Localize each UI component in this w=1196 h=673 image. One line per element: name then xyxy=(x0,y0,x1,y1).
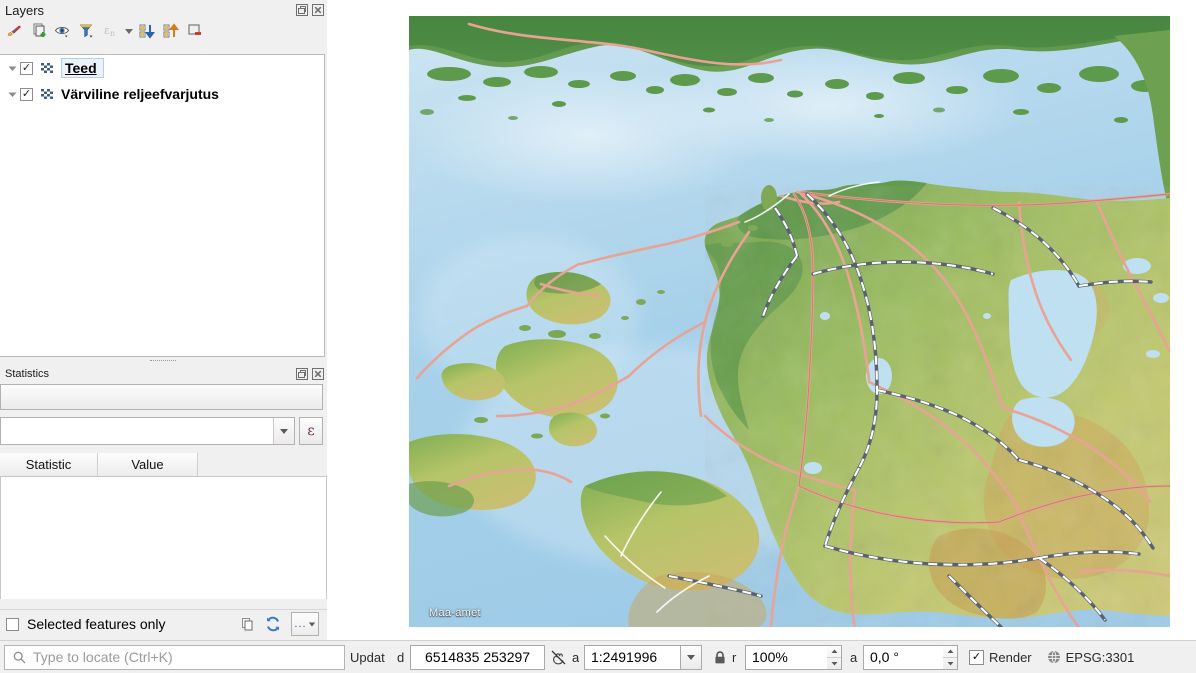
layers-panel-title: Layers xyxy=(5,2,45,18)
scale-label: a xyxy=(572,649,579,665)
spinner-up-icon xyxy=(943,646,957,658)
locator-search-input[interactable]: Type to locate (Ctrl+K) xyxy=(4,644,345,670)
rotation-field[interactable]: 0,0 ° xyxy=(863,644,943,670)
layer-label-varviline: Värviline reljeefvarjutus xyxy=(61,86,219,102)
layer-visibility-checkbox-teed[interactable]: ✓ xyxy=(20,61,33,75)
toggle-extents-icon[interactable] xyxy=(550,649,567,666)
layer-tree-item-varviline-reljeefvarjutus[interactable]: ✓ Värviline reljeefvarjutus xyxy=(0,81,324,107)
raster-layer-icon xyxy=(39,86,55,102)
raster-layer-icon xyxy=(39,60,55,76)
layer-label-teed: Teed xyxy=(65,60,97,76)
funnel-icon[interactable] xyxy=(76,21,98,41)
selected-features-only-row: Selected features only ... xyxy=(0,609,327,638)
restore-icon[interactable] xyxy=(295,4,308,17)
crs-label: EPSG:3301 xyxy=(1065,649,1135,665)
coordinate-label: d xyxy=(397,649,405,665)
coordinate-field[interactable]: 6514835 253297 xyxy=(410,644,545,670)
column-header-statistic[interactable]: Statistic xyxy=(0,453,98,477)
column-header-filler xyxy=(198,453,327,477)
remove-layer-icon[interactable] xyxy=(184,21,206,41)
expression-button[interactable]: ε xyxy=(299,417,323,445)
spinner-down-icon xyxy=(827,658,841,669)
restore-icon[interactable] xyxy=(295,368,308,381)
map-render xyxy=(409,16,1170,627)
statistics-panel-title: Statistics xyxy=(5,368,50,380)
spinner-down-icon xyxy=(943,658,957,669)
qgis-main-window: Layers ε n ✓ Teed ✓ Värviline reljeefvar… xyxy=(0,0,1196,673)
rotation-spinner[interactable] xyxy=(943,644,958,670)
render-checkbox-group[interactable]: ✓ Render xyxy=(969,649,1032,665)
locator-placeholder: Type to locate (Ctrl+K) xyxy=(33,649,173,665)
map-attribution: Maa-amet xyxy=(429,607,481,619)
column-header-value[interactable]: Value xyxy=(98,453,198,477)
statistics-layer-combo[interactable] xyxy=(0,384,323,410)
chevron-down-icon[interactable] xyxy=(4,64,20,73)
status-bar: Type to locate (Ctrl+K) Updat d 6514835 … xyxy=(0,640,1196,673)
expand-all-icon[interactable] xyxy=(136,21,158,41)
layer-visibility-checkbox-varviline[interactable]: ✓ xyxy=(20,87,33,101)
eye-icon[interactable] xyxy=(52,21,74,41)
lock-icon[interactable] xyxy=(713,650,727,665)
magnifier-field[interactable]: 100% xyxy=(745,644,827,670)
collapse-all-icon[interactable] xyxy=(160,21,182,41)
statistics-panel: Statistics ε Statistic Value Selected fe… xyxy=(0,364,327,640)
layer-tree-item-teed[interactable]: ✓ Teed xyxy=(0,55,324,81)
globe-icon xyxy=(1047,650,1061,664)
render-checkbox[interactable]: ✓ xyxy=(969,649,984,665)
svg-text:n: n xyxy=(110,29,115,38)
chevron-down-icon[interactable] xyxy=(273,418,294,444)
statistics-panel-titlebar: Statistics xyxy=(0,364,327,384)
chevron-down-icon xyxy=(308,622,315,626)
selected-features-only-label: Selected features only xyxy=(27,616,166,632)
map-area: Maa-amet xyxy=(327,0,1196,640)
statistics-table-header: Statistic Value xyxy=(0,453,327,477)
layers-panel-titlebar: Layers xyxy=(0,0,327,20)
spinner-up-icon xyxy=(827,646,841,658)
statistics-field-combo[interactable] xyxy=(0,417,295,445)
copy-icon[interactable] xyxy=(240,617,255,632)
crs-status-button[interactable]: EPSG:3301 xyxy=(1047,649,1135,665)
layers-tree[interactable]: ✓ Teed ✓ Värviline reljeefvarjutus xyxy=(0,54,325,357)
chevron-down-icon[interactable] xyxy=(4,90,20,99)
magnifier-label: r xyxy=(732,649,737,665)
dock-splitter[interactable] xyxy=(0,357,325,364)
close-icon[interactable] xyxy=(311,368,324,381)
render-label: Render xyxy=(989,649,1032,665)
status-message: Updat xyxy=(350,649,385,665)
epsilon-icon[interactable]: ε n xyxy=(100,21,122,41)
magnifier-spinner[interactable] xyxy=(827,644,842,670)
statistics-table-body[interactable] xyxy=(0,477,327,599)
paintbrush-icon[interactable] xyxy=(4,21,26,41)
scale-dropdown-button[interactable] xyxy=(681,644,702,670)
filter-dropdown-arrow-icon[interactable] xyxy=(124,21,134,41)
map-canvas[interactable]: Maa-amet xyxy=(409,16,1170,627)
search-icon xyxy=(13,651,26,664)
close-icon[interactable] xyxy=(311,4,324,17)
add-group-icon[interactable] xyxy=(28,21,50,41)
selected-features-only-checkbox[interactable] xyxy=(6,617,19,631)
more-options-button[interactable]: ... xyxy=(291,612,319,636)
refresh-icon[interactable] xyxy=(265,616,281,632)
left-dock: Layers ε n ✓ Teed ✓ Värviline reljeefvar… xyxy=(0,0,327,640)
scale-field[interactable]: 1:2491996 xyxy=(584,644,681,670)
layers-toolbar: ε n xyxy=(0,20,327,42)
rotation-label: a xyxy=(850,649,858,665)
